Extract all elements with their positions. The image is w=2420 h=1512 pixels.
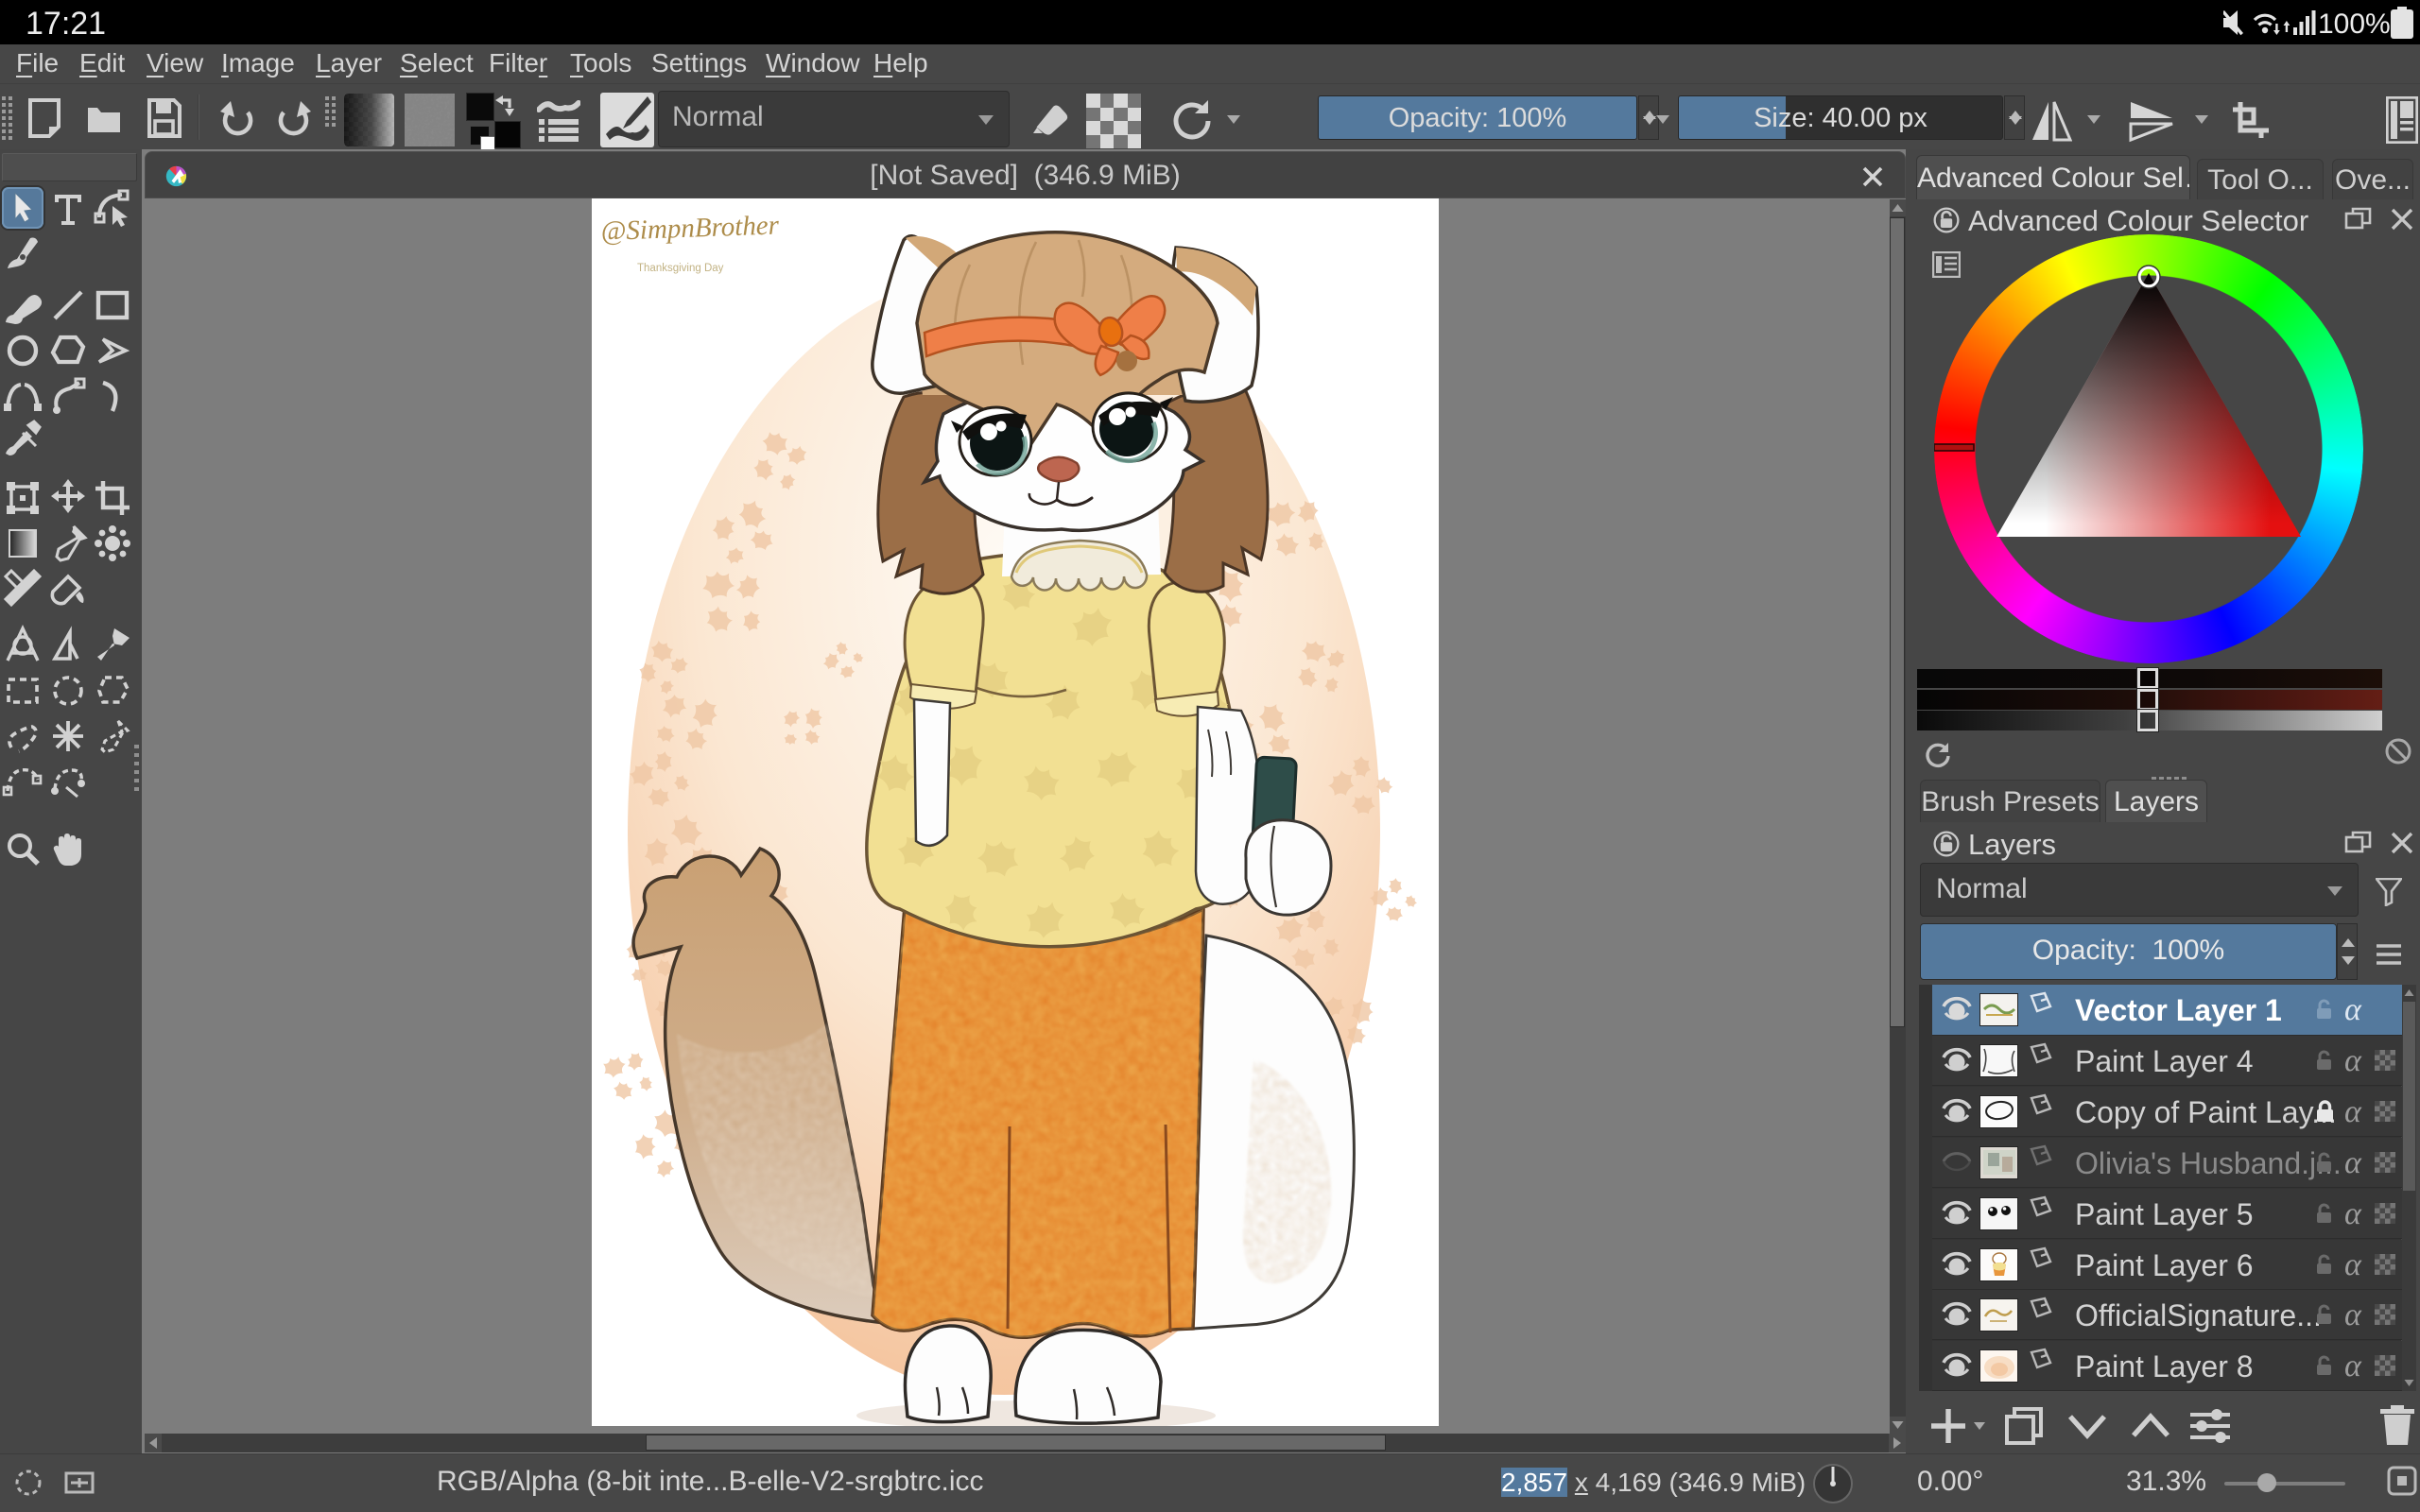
svg-text:@SimpnBrother: @SimpnBrother	[600, 210, 780, 247]
svg-text:Thanksgiving Day: Thanksgiving Day	[637, 263, 724, 274]
